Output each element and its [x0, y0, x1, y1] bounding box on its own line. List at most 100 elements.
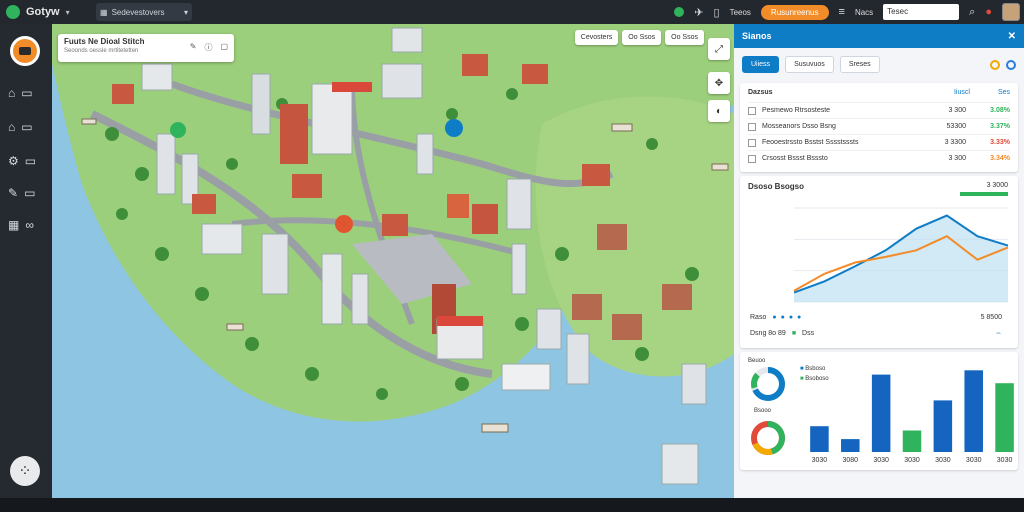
stats-row-label: Mosseanors Dsso Bsng — [762, 123, 836, 130]
stats-row-change: 3.33% — [990, 139, 1010, 146]
brand[interactable]: Gotyw ▾ — [0, 5, 96, 19]
bar-x-label: 3030 — [904, 457, 920, 464]
trend-value: 3 3000 — [986, 182, 1008, 189]
tab-sensors[interactable]: Sreses — [839, 56, 880, 73]
top-bar: Gotyw ▾ ▦ Sedevestovers ▾ ✈ ▯ Teeos Rusu… — [0, 0, 1024, 24]
expand-icon[interactable]: ⤢ — [708, 38, 730, 60]
move-icon[interactable]: ✥ — [708, 72, 730, 94]
top-right-controls: ✈ ▯ Teeos Rusunreenus ≡ Nacs Tesec ⌕ ● — [674, 3, 1024, 21]
square-icon: ▭ — [24, 186, 36, 200]
trend-footer-value: 5 8500 — [980, 314, 1002, 321]
trend-legend: Dsng 8o 89 ■ Dss ⇔ — [750, 330, 1002, 337]
details-panel: Sianos ✕ Uiiess Susuvuos Sreses Dazsus I… — [734, 24, 1024, 498]
trend-footer: Raso ● ● ● ● 5 8500 — [750, 314, 1002, 321]
layers-icon[interactable]: ▢ — [220, 42, 228, 53]
expand-icon[interactable]: ⇔ — [995, 330, 1002, 337]
stats-row[interactable]: Feooestrssto Bsstst Sssstsssts 3 3300 3.33… — [748, 134, 1010, 150]
stats-row-label: Feooestrssto Bsstst Sssstsssts — [762, 139, 859, 146]
sidebar-item-chat[interactable]: ✎ ▭ — [8, 186, 35, 200]
map-filters: Cevosters Oo Ssos Oo Ssos — [574, 30, 704, 45]
bar — [995, 383, 1014, 452]
bar — [841, 439, 860, 452]
settings-icon: ⚙ — [8, 154, 19, 168]
sidebar-item-home[interactable]: ⌂ ▭ — [8, 120, 33, 134]
menu-icon[interactable]: ≡ — [839, 6, 845, 18]
stats-row-change: 3.34% — [990, 155, 1010, 162]
filter-button[interactable]: Oo Ssos — [665, 30, 704, 45]
app-window: Gotyw ▾ ▦ Sedevestovers ▾ ✈ ▯ Teeos Rusu… — [0, 0, 1024, 512]
marker-blue[interactable] — [445, 119, 463, 137]
stats-header: Dazsus Iiuscl Ses — [748, 89, 1010, 96]
pin-icon[interactable]: ✎ — [190, 42, 197, 53]
sidebar-item-grid[interactable]: ▦ ∞ — [8, 218, 34, 232]
stats-col-1: Iiuscl — [953, 89, 970, 96]
top-label-2[interactable]: Nacs — [855, 8, 873, 17]
project-selector[interactable]: ▦ Sedevestovers ▾ — [96, 3, 192, 21]
tab-surveys[interactable]: Susuvuos — [785, 56, 834, 73]
location-card-actions: ✎ ⓘ ▢ — [190, 42, 228, 53]
stats-row[interactable]: Crsosst Bssst Bsssto 3 300 3.34% — [748, 150, 1010, 166]
apps-button[interactable]: ⁘ — [10, 456, 40, 486]
grid-icon: ▦ — [8, 218, 20, 232]
tab-overview[interactable]: Uiiess — [742, 56, 780, 73]
stats-list: Pesmewo Rtrsosteste 3 300 3.08% Mosseanors … — [748, 102, 1010, 166]
search-icon[interactable]: ⌕ — [969, 6, 975, 19]
stats-row[interactable]: Mosseanors Dsso Bsng 53300 3.37% — [748, 118, 1010, 134]
bar — [902, 430, 922, 452]
status-ring-icon[interactable] — [990, 59, 1000, 70]
stats-row[interactable]: Pesmewo Rtrsosteste 3 300 3.08% — [748, 102, 1010, 118]
trend-progress — [960, 192, 1008, 196]
bar-x-label: 3030 — [935, 457, 951, 464]
checkbox[interactable] — [748, 122, 756, 131]
stats-row-value: 3 3300 — [944, 139, 966, 146]
map-canvas[interactable] — [52, 24, 734, 498]
avatar[interactable] — [1002, 3, 1020, 21]
info-icon[interactable]: ⓘ — [204, 42, 212, 53]
close-icon[interactable]: ✕ — [1008, 31, 1016, 42]
square-icon: ▭ — [24, 154, 37, 168]
sidebar: ⌂ ▭ ⌂ ▭ ⚙ ▭ ✎ ▭ ▦ ∞ ⁘ — [0, 24, 52, 498]
top-label[interactable]: Teeos — [730, 8, 751, 17]
stats-title: Dazsus — [748, 89, 773, 96]
doc-icon[interactable]: ▯ — [714, 6, 720, 19]
bar-x-label: 3030 — [873, 457, 889, 464]
filter-button[interactable]: Cevosters — [574, 30, 619, 45]
bar-x-label: 3030 — [966, 457, 982, 464]
app-logo[interactable] — [10, 36, 40, 66]
brand-logo — [6, 5, 20, 19]
donut-2-label: Bsooo — [754, 408, 772, 414]
chevron-down-icon: ▾ — [183, 7, 188, 17]
bar — [810, 426, 829, 452]
trend-card: Dsoso Bsogso 3 3000 Raso ● ● ● ● 5 8500 Dsn… — [740, 176, 1018, 348]
status-dot-icon[interactable] — [674, 7, 685, 17]
checkbox[interactable] — [748, 106, 756, 115]
trend-chart — [793, 207, 1009, 303]
city-map[interactable]: Fuuts Ne Dioal Stitch Seoonds oessle mrt… — [52, 24, 734, 498]
checkbox[interactable] — [748, 138, 756, 147]
oo-icon: ∞ — [25, 218, 34, 232]
status-ring-icon[interactable] — [1006, 59, 1016, 70]
stats-row-label: Pesmewo Rtrsosteste — [762, 107, 831, 114]
alert-icon[interactable]: ● — [985, 6, 992, 18]
filter-button[interactable]: Oo Ssos — [622, 30, 662, 45]
bar-chart: 3030 3080 3030 3030 3030 3030 3030 — [810, 370, 1014, 464]
apps-icon: ⁘ — [18, 463, 32, 480]
top-search-input[interactable]: Tesec — [883, 4, 960, 20]
pin-icon[interactable]: ✈ — [694, 6, 703, 19]
marker-green[interactable] — [170, 122, 186, 138]
grid-icon: ▦ — [100, 7, 108, 17]
sidebar-item-settings[interactable]: ⚙ ▭ — [8, 154, 36, 168]
bar — [964, 370, 983, 452]
stats-row-label: Crsosst Bssst Bsssto — [762, 155, 828, 162]
checkbox[interactable] — [748, 154, 756, 163]
panel-header: Sianos ✕ — [734, 24, 1024, 48]
users-icon: ⌂ — [8, 86, 16, 100]
primary-action-button[interactable]: Rusunreenus — [760, 4, 829, 20]
square-icon: ▭ — [21, 120, 33, 134]
trend-footer-label: Raso — [750, 314, 767, 321]
panel-title: Sianos — [742, 31, 772, 41]
marker-orange[interactable] — [335, 215, 353, 233]
location-card[interactable]: Fuuts Ne Dioal Stitch Seoonds oessle mrt… — [58, 34, 234, 62]
sidebar-item-users[interactable]: ⌂ ▭ — [8, 86, 33, 100]
compass-icon[interactable]: ◐ — [708, 100, 730, 122]
